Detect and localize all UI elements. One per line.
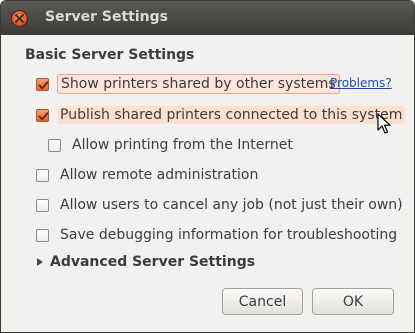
advanced-settings-expander[interactable]: Advanced Server Settings [36,254,255,270]
window-title: Server Settings [45,9,168,25]
server-settings-dialog: Server Settings Basic Server Settings Sh… [0,0,415,333]
option-save-debug-info[interactable]: Save debugging information for troublesh… [36,224,400,246]
checkmark-icon [38,80,49,89]
close-button[interactable] [11,10,28,27]
allow-cancel-any-job-checkbox[interactable] [36,198,49,212]
allow-remote-admin-checkbox[interactable] [36,168,49,182]
allow-cancel-any-job-label[interactable]: Allow users to cancel any job (not just … [57,196,406,214]
show-shared-printers-checkbox[interactable] [36,77,49,91]
allow-internet-printing-label[interactable]: Allow printing from the Internet [69,136,296,154]
option-publish-shared-printers[interactable]: Publish shared printers connected to thi… [36,104,406,126]
option-show-shared-printers[interactable]: Show printers shared by other systems [36,73,340,95]
cancel-button[interactable]: Cancel [222,288,303,315]
save-debug-info-label[interactable]: Save debugging information for troublesh… [57,226,400,244]
option-allow-cancel-any-job[interactable]: Allow users to cancel any job (not just … [36,194,406,216]
problems-link[interactable]: Problems? [330,76,392,90]
section-title: Basic Server Settings [25,47,195,63]
save-debug-info-checkbox[interactable] [36,228,49,242]
option-allow-internet-printing[interactable]: Allow printing from the Internet [48,134,296,156]
close-icon [15,14,24,23]
titlebar[interactable]: Server Settings [1,1,414,35]
publish-shared-printers-checkbox[interactable] [36,108,49,122]
expander-arrow-icon [37,258,43,266]
ok-button[interactable]: OK [312,288,394,315]
mouse-cursor-icon [377,113,391,134]
option-allow-remote-admin[interactable]: Allow remote administration [36,164,261,186]
publish-shared-printers-label[interactable]: Publish shared printers connected to thi… [57,106,406,124]
checkmark-icon [38,111,49,120]
show-shared-printers-label[interactable]: Show printers shared by other systems [57,74,340,94]
allow-internet-printing-checkbox[interactable] [48,138,61,152]
allow-remote-admin-label[interactable]: Allow remote administration [57,166,261,184]
advanced-settings-label: Advanced Server Settings [50,254,256,270]
